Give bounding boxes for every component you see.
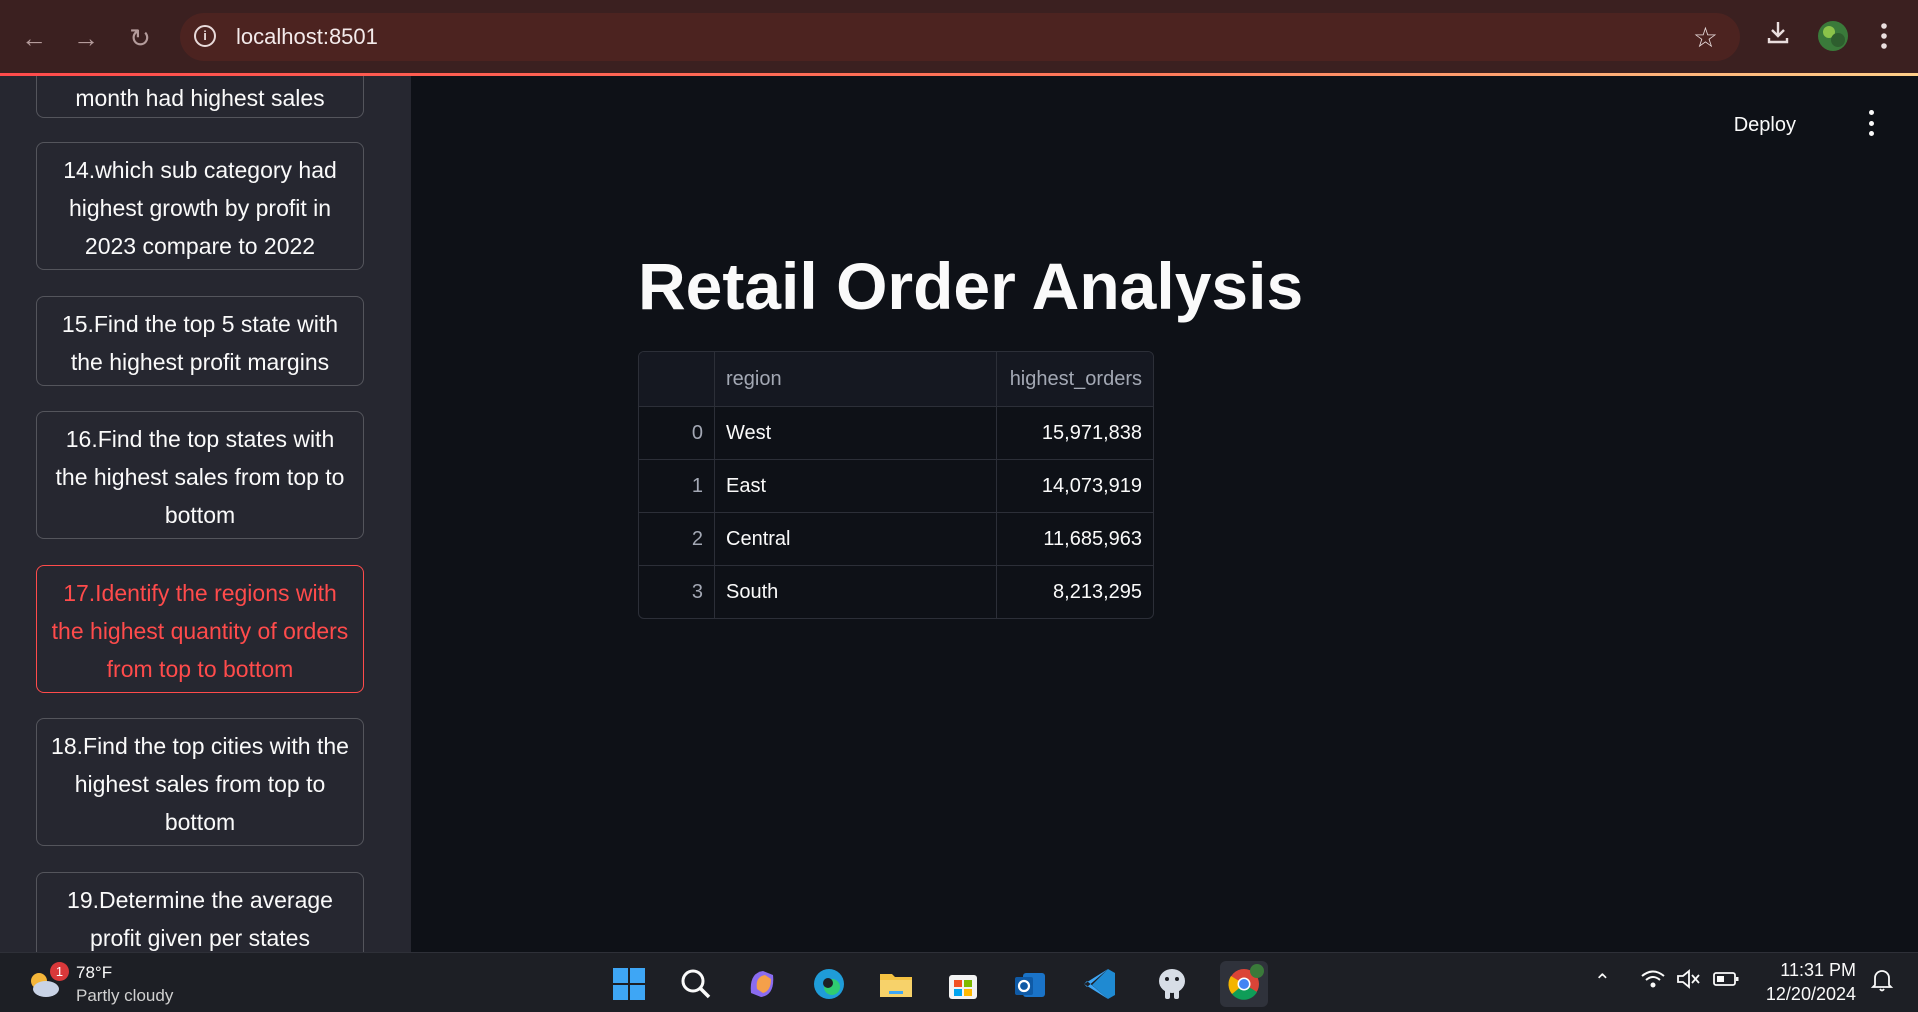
- edge-icon[interactable]: [810, 965, 848, 1003]
- question-label: 16.Find the top states with the highest …: [55, 426, 345, 528]
- row-index: 0: [639, 407, 715, 459]
- question-button-15[interactable]: 15.Find the top 5 state with the highest…: [36, 296, 364, 386]
- index-header: [639, 352, 715, 406]
- question-button-16[interactable]: 16.Find the top states with the highest …: [36, 411, 364, 539]
- battery-icon[interactable]: [1712, 967, 1740, 997]
- weather-temp: 78°F: [76, 963, 113, 982]
- highest-orders-column-header[interactable]: highest_orders: [997, 352, 1153, 406]
- address-bar[interactable]: i localhost:8501 ☆: [180, 13, 1740, 61]
- search-icon[interactable]: [677, 965, 715, 1003]
- question-button-18[interactable]: 18.Find the top cities with the highest …: [36, 718, 364, 846]
- main-content: Deploy Retail Order Analysis region high…: [411, 76, 1918, 952]
- copilot-icon[interactable]: [743, 965, 781, 1003]
- system-clock[interactable]: 11:31 PM 12/20/2024: [1766, 958, 1856, 1006]
- question-label: 17.Identify the regions with the highest…: [51, 580, 349, 682]
- table-row: 2 Central 11,685,963: [639, 513, 1153, 566]
- question-button-14[interactable]: 14.which sub category had highest growth…: [36, 142, 364, 270]
- start-icon[interactable]: [610, 965, 648, 1003]
- weather-badge: 1: [50, 962, 69, 981]
- region-cell[interactable]: Central: [715, 513, 997, 565]
- volume-muted-icon[interactable]: [1675, 967, 1701, 997]
- question-button-13[interactable]: month had highest sales: [36, 76, 364, 118]
- forward-icon[interactable]: →: [66, 18, 106, 58]
- postgres-icon[interactable]: [1153, 965, 1191, 1003]
- show-hidden-icons[interactable]: ⌃: [1594, 969, 1611, 994]
- chrome-icon[interactable]: [1220, 961, 1268, 1007]
- question-button-19[interactable]: 19.Determine the average profit given pe…: [36, 872, 364, 952]
- page-title: Retail Order Analysis: [638, 249, 1304, 323]
- browser-menu-icon[interactable]: [1880, 22, 1888, 57]
- site-info-icon[interactable]: i: [194, 25, 216, 47]
- notification-bell-icon[interactable]: [1870, 967, 1894, 999]
- question-label: 18.Find the top cities with the highest …: [51, 733, 349, 835]
- orders-cell[interactable]: 15,971,838: [997, 407, 1153, 459]
- question-button-17[interactable]: 17.Identify the regions with the highest…: [36, 565, 364, 693]
- table-header-row: region highest_orders: [639, 352, 1153, 407]
- weather-condition: Partly cloudy: [76, 986, 174, 1005]
- outlook-icon[interactable]: [1011, 965, 1049, 1003]
- profile-avatar[interactable]: [1817, 20, 1849, 59]
- table-row: 1 East 14,073,919: [639, 460, 1153, 513]
- region-column-header[interactable]: region: [715, 352, 997, 406]
- url-text[interactable]: localhost:8501: [236, 24, 378, 50]
- region-cell[interactable]: South: [715, 566, 997, 618]
- download-icon[interactable]: [1764, 18, 1792, 53]
- orders-cell[interactable]: 11,685,963: [997, 513, 1153, 565]
- vscode-icon[interactable]: [1081, 965, 1119, 1003]
- table-row: 0 West 15,971,838: [639, 407, 1153, 460]
- orders-cell[interactable]: 8,213,295: [997, 566, 1153, 618]
- file-explorer-icon[interactable]: [877, 965, 915, 1003]
- windows-taskbar: 1 78°F Partly cloudy ⌃ 11:31 PM 12/20/20…: [0, 952, 1918, 1012]
- question-label: month had highest sales: [75, 85, 325, 111]
- row-index: 2: [639, 513, 715, 565]
- row-index: 3: [639, 566, 715, 618]
- bookmark-star-icon[interactable]: ☆: [1693, 21, 1718, 54]
- question-label: 15.Find the top 5 state with the highest…: [61, 311, 339, 375]
- reload-icon[interactable]: ↻: [120, 18, 160, 58]
- data-table[interactable]: region highest_orders 0 West 15,971,838 …: [638, 351, 1154, 619]
- region-cell[interactable]: West: [715, 407, 997, 459]
- clock-time: 11:31 PM: [1780, 960, 1856, 980]
- main-menu-icon[interactable]: [1866, 110, 1876, 136]
- wifi-icon[interactable]: [1640, 967, 1666, 997]
- question-label: 19.Determine the average profit given pe…: [67, 887, 333, 951]
- question-label: 14.which sub category had highest growth…: [63, 157, 337, 259]
- region-cell[interactable]: East: [715, 460, 997, 512]
- orders-cell[interactable]: 14,073,919: [997, 460, 1153, 512]
- sidebar: month had highest sales 14.which sub cat…: [0, 76, 411, 952]
- back-icon[interactable]: ←: [14, 18, 54, 58]
- table-row: 3 South 8,213,295: [639, 566, 1153, 618]
- browser-toolbar: ← → ↻ i localhost:8501 ☆: [0, 0, 1918, 76]
- store-icon[interactable]: [944, 965, 982, 1003]
- row-index: 1: [639, 460, 715, 512]
- clock-date: 12/20/2024: [1765, 984, 1856, 1004]
- deploy-button[interactable]: Deploy: [1734, 114, 1796, 137]
